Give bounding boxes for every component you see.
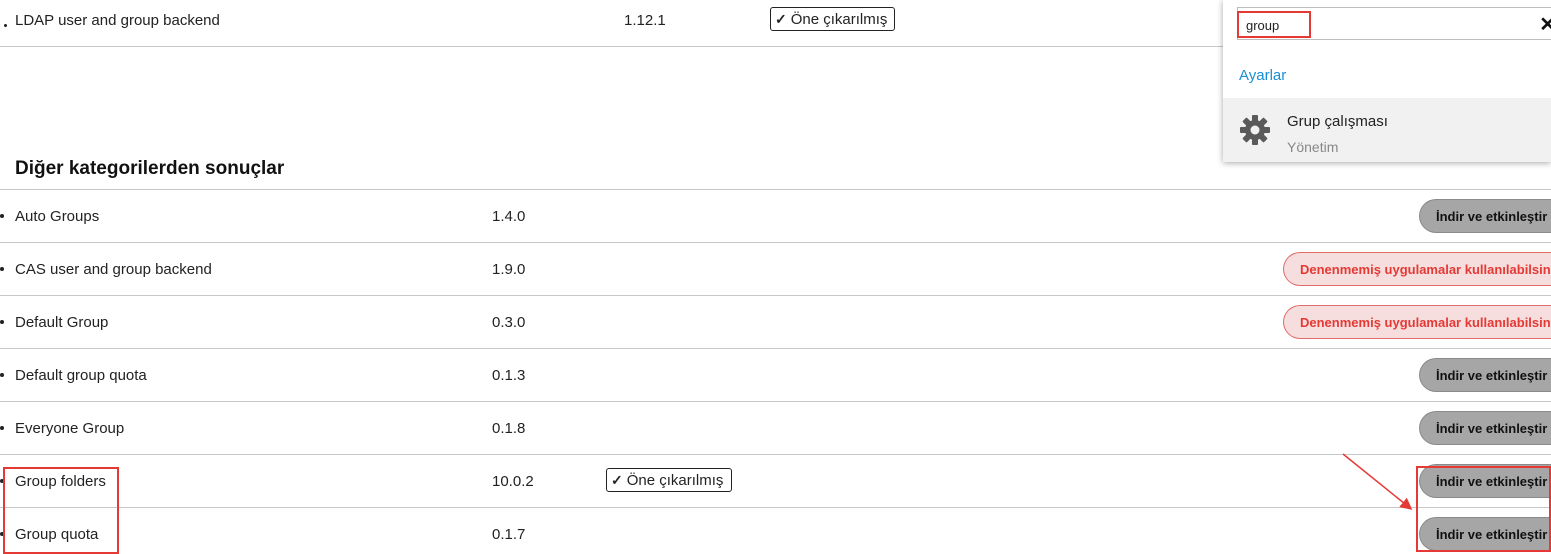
annotation-box-search: [1237, 11, 1311, 38]
gear-icon: [1240, 115, 1270, 145]
search-popup: ✕ Ayarlar Grup çalışması Yönetim: [1223, 0, 1551, 162]
search-result-title: Grup çalışması: [1287, 113, 1388, 130]
search-result-subtitle: Yönetim: [1287, 139, 1339, 155]
search-category-label: Ayarlar: [1239, 67, 1287, 84]
search-result-item[interactable]: Grup çalışması Yönetim: [1223, 98, 1551, 162]
close-icon[interactable]: ✕: [1539, 12, 1551, 37]
